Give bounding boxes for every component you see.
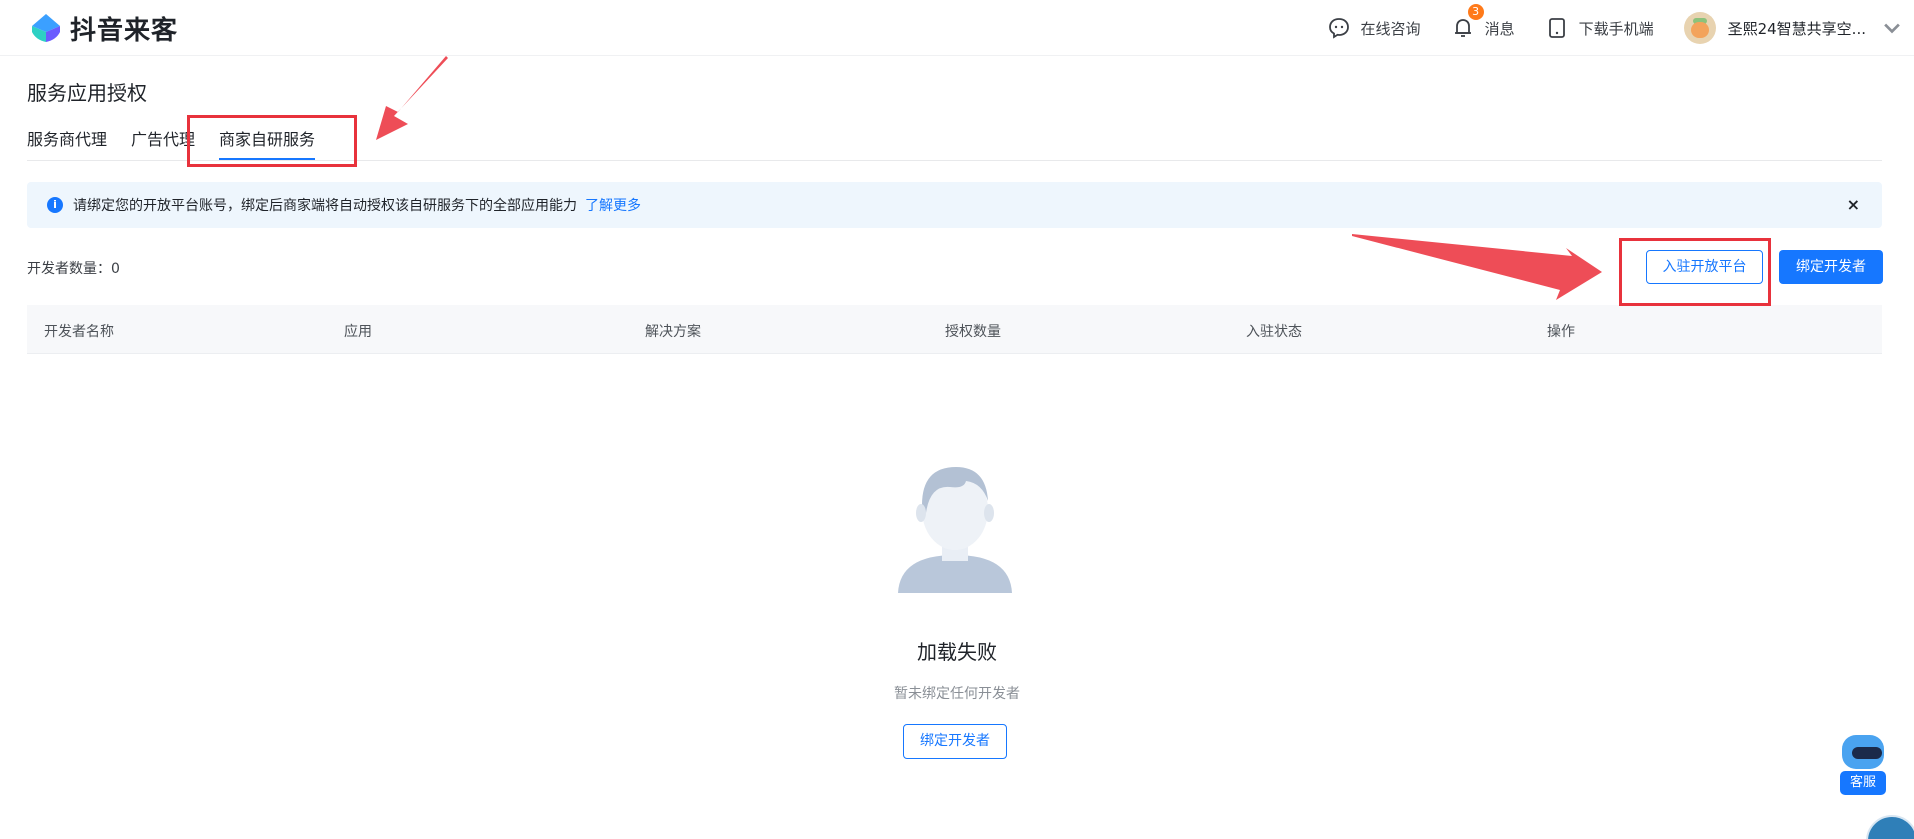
messages-button[interactable]: 3 消息 (1451, 4, 1515, 40)
notice-message: 请绑定您的开放平台账号，绑定后商家端将自动授权该自研服务下的全部应用能力 (73, 198, 577, 214)
brand-logo-icon (32, 14, 60, 42)
info-icon: i (47, 197, 63, 213)
customer-service-widget[interactable]: 客服 (1838, 735, 1888, 797)
messages-label: 消息 (1484, 19, 1515, 38)
brand-name: 抖音来客 (70, 15, 179, 46)
floating-assistant-icon[interactable] (1866, 815, 1914, 839)
column-header-auth-count: 授权数量 (945, 324, 1001, 340)
customer-service-label: 客服 (1840, 771, 1886, 795)
column-header-solution: 解决方案 (645, 324, 701, 340)
table-header: 开发者名称 应用 解决方案 授权数量 入驻状态 操作 (27, 305, 1882, 354)
message-count-badge: 3 (1467, 4, 1484, 20)
user-name: 圣熙24智慧共享空... (1727, 19, 1866, 38)
tab-ad-agency[interactable]: 广告代理 (131, 126, 195, 160)
tab-service-provider[interactable]: 服务商代理 (27, 126, 107, 160)
avatar (1683, 12, 1716, 44)
column-header-actions: 操作 (1547, 324, 1575, 340)
page-title: 服务应用授权 (27, 81, 147, 105)
brand-logo[interactable]: 抖音来客 (26, 10, 178, 46)
top-navigation-bar: 抖音来客 在线咨询 3 消息 下载手机端 圣熙24智慧共享空... (0, 0, 1914, 56)
online-consult-button[interactable]: 在线咨询 (1327, 16, 1421, 40)
robot-mascot-icon (1842, 735, 1884, 769)
empty-state-subtitle: 暂未绑定任何开发者 (894, 686, 1020, 702)
download-mobile-button[interactable]: 下载手机端 (1545, 16, 1654, 40)
user-menu[interactable]: 圣熙24智慧共享空... (1683, 12, 1914, 44)
column-header-join-status: 入驻状态 (1246, 324, 1302, 340)
online-consult-label: 在线咨询 (1360, 19, 1421, 38)
chat-bubble-icon (1328, 18, 1349, 39)
info-notice-banner: i 请绑定您的开放平台账号，绑定后商家端将自动授权该自研服务下的全部应用能力 了… (27, 182, 1882, 228)
chevron-down-icon (1884, 23, 1900, 34)
bell-icon (1454, 19, 1471, 37)
bind-developer-button[interactable]: 绑定开发者 (1779, 250, 1883, 284)
column-header-app: 应用 (344, 324, 372, 340)
empty-state-title: 加载失败 (917, 640, 997, 664)
close-icon[interactable]: × (1847, 195, 1860, 214)
learn-more-link[interactable]: 了解更多 (585, 195, 641, 215)
download-mobile-label: 下载手机端 (1578, 19, 1654, 38)
empty-user-illustration (898, 467, 1012, 593)
mobile-device-icon (1548, 18, 1565, 38)
annotation-highlight-join-button (1619, 238, 1771, 306)
annotation-highlight-tab (187, 115, 357, 167)
header-actions: 在线咨询 3 消息 下载手机端 圣熙24智慧共享空... (1327, 0, 1914, 56)
developer-count: 开发者数量：0 (27, 261, 120, 277)
column-header-developer-name: 开发者名称 (44, 324, 114, 340)
empty-bind-developer-button[interactable]: 绑定开发者 (903, 724, 1007, 759)
